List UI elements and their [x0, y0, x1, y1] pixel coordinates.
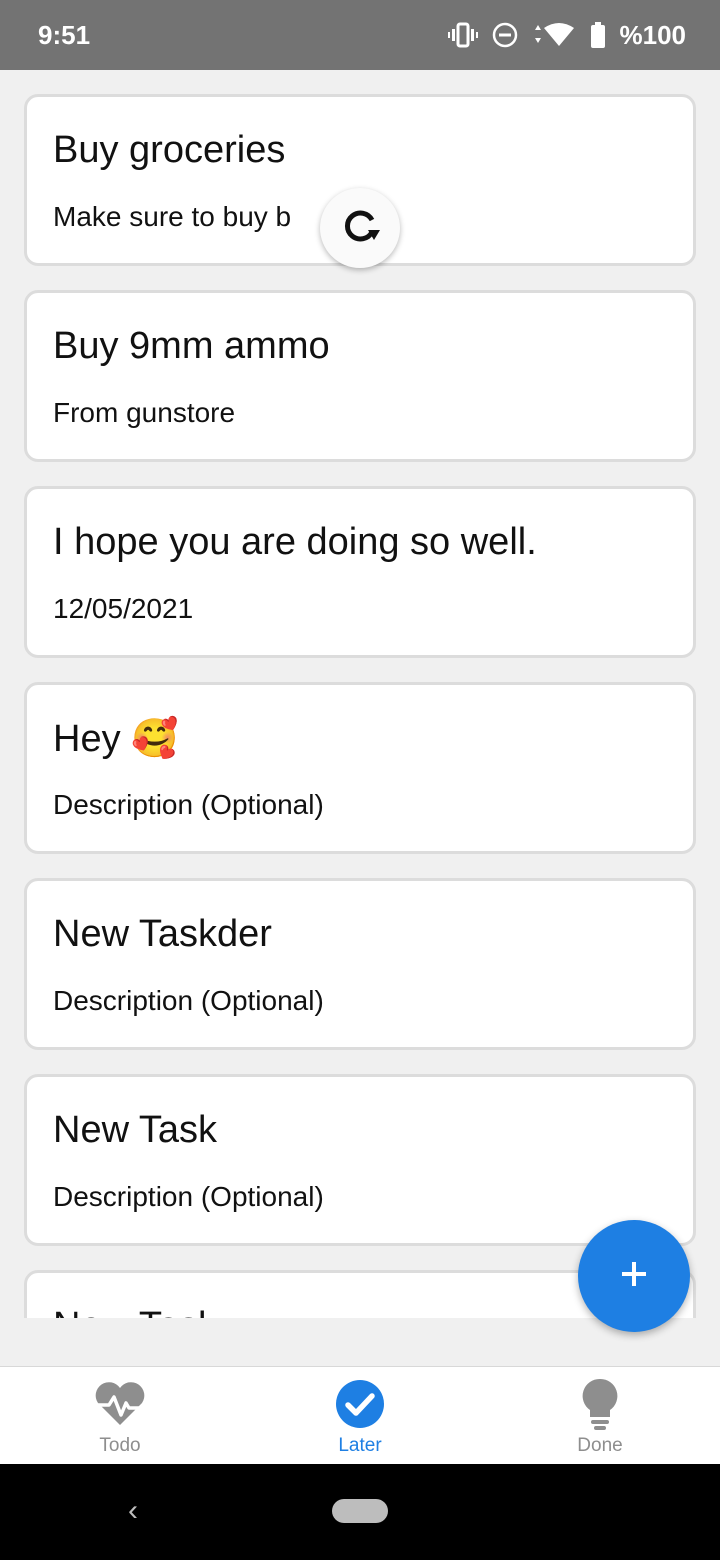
task-description: Description (Optional): [53, 1181, 324, 1212]
task-card[interactable]: I hope you are doing so well. 12/05/2021: [24, 486, 696, 658]
task-card[interactable]: New Task Description (Optional): [24, 1074, 696, 1246]
home-pill[interactable]: [332, 1499, 388, 1523]
tab-todo[interactable]: Todo: [0, 1367, 240, 1465]
plus-icon: [620, 1260, 648, 1293]
tab-label: Later: [338, 1435, 382, 1456]
tab-done[interactable]: Done: [480, 1367, 720, 1465]
task-description: Description (Optional): [53, 985, 324, 1016]
heart-pulse-icon: [93, 1377, 147, 1431]
status-icons: 4 %100: [447, 19, 687, 51]
svg-text:4: 4: [565, 36, 570, 46]
back-icon[interactable]: ‹: [128, 1494, 138, 1528]
task-title: Buy groceries: [53, 129, 286, 171]
check-circle-icon: [334, 1377, 386, 1431]
task-title: New Task: [53, 1109, 218, 1151]
tab-later[interactable]: Later: [240, 1367, 480, 1465]
task-title: Hey 🥰: [53, 718, 179, 760]
task-title: Buy 9mm ammo: [53, 325, 330, 367]
refresh-icon: [338, 204, 382, 253]
task-card[interactable]: Buy 9mm ammo From gunstore: [24, 290, 696, 462]
do-not-disturb-icon: [492, 22, 518, 48]
refresh-indicator: [320, 188, 400, 268]
status-bar: 9:51 4 %100: [0, 0, 720, 70]
wifi-icon: 4: [532, 22, 576, 48]
bottom-tab-bar: Todo Later Done: [0, 1366, 720, 1465]
tab-label: Todo: [99, 1435, 141, 1456]
task-title: New Task: [53, 1305, 217, 1318]
task-description: Description (Optional): [53, 789, 324, 820]
vibrate-icon: [447, 22, 478, 48]
tab-label: Done: [577, 1435, 623, 1456]
task-description: Make sure to buy b: [53, 201, 292, 232]
battery-icon: [590, 22, 606, 48]
task-card[interactable]: New Taskder Description (Optional): [24, 878, 696, 1050]
task-title: I hope you are doing so well.: [53, 521, 537, 563]
add-task-button[interactable]: [578, 1220, 690, 1332]
task-title: New Taskder: [53, 913, 272, 955]
task-card[interactable]: Hey 🥰 Description (Optional): [24, 682, 696, 854]
battery-percent: %100: [619, 19, 687, 50]
task-description: From gunstore: [53, 397, 236, 428]
lightbulb-icon: [580, 1377, 620, 1431]
task-description: 12/05/2021: [53, 593, 194, 624]
status-time: 9:51: [38, 19, 91, 50]
